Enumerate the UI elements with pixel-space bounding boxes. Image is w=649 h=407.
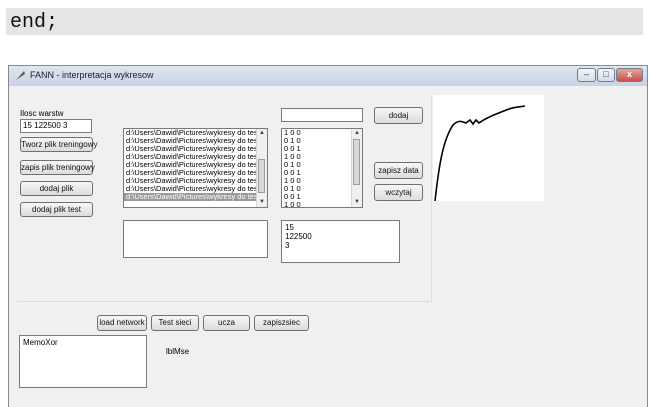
scroll-up-icon[interactable]: ▲ [352, 129, 362, 138]
file-list-item[interactable]: d:\Users\Dawid\Pictures\wykresy do tes [124, 169, 267, 177]
train-button[interactable]: ucza [203, 315, 250, 331]
output-list-item[interactable]: 1 0 0 [282, 201, 362, 207]
code-line: end; [10, 11, 59, 34]
output-list-item[interactable]: 0 0 1 [282, 145, 362, 153]
scroll-down-icon[interactable]: ▼ [257, 198, 267, 207]
close-button[interactable]: x [616, 68, 643, 82]
window-title: FANN - interpretacja wykresow [30, 70, 154, 80]
memo-line: 15 [285, 223, 294, 232]
file-list-item[interactable]: d:\Users\Dawid\Pictures\wykresy do tes [124, 185, 267, 193]
memo-left[interactable] [123, 220, 268, 258]
memo-right-lines: 15 122500 3 [285, 223, 396, 250]
code-snippet: end; [6, 8, 643, 35]
output-list-item[interactable]: 0 1 0 [282, 161, 362, 169]
file-list-item[interactable]: d:\Users\Dawid\Pictures\wykresy do tes [124, 153, 267, 161]
output-list-item[interactable]: 0 0 1 [282, 169, 362, 177]
save-training-file-button[interactable]: zapis plik treningowy [20, 160, 95, 175]
save-network-button[interactable]: zapiszsiec [254, 315, 309, 331]
test-network-button[interactable]: Test sieci [151, 315, 199, 331]
curve-plot [434, 105, 526, 202]
file-list[interactable]: d:\Users\Dawid\Pictures\wykresy do tes d:… [123, 128, 268, 208]
output-rows: 1 0 00 1 00 0 11 0 00 1 00 0 11 0 00 1 0… [282, 129, 362, 207]
output-list-item[interactable]: 0 1 0 [282, 137, 362, 145]
file-list-scrollbar[interactable]: ▲ ▼ [256, 129, 267, 207]
memo-right[interactable]: 15 122500 3 [281, 220, 400, 263]
scroll-up-icon[interactable]: ▲ [257, 129, 267, 138]
file-list-item[interactable]: d:\Users\Dawid\Pictures\wykresy do tes [124, 145, 267, 153]
save-data-button[interactable]: zapisz data [374, 162, 423, 179]
mse-label: lblMse [166, 347, 190, 356]
file-list-item[interactable]: d:\Users\Dawid\Pictures\wykresy do tes [124, 177, 267, 185]
scroll-thumb[interactable] [353, 139, 360, 185]
layers-label: Ilosc warstw [20, 109, 64, 118]
load-network-button[interactable]: load network [97, 315, 147, 331]
scroll-down-icon[interactable]: ▼ [352, 198, 362, 207]
output-list-item[interactable]: 1 0 0 [282, 153, 362, 161]
file-rows: d:\Users\Dawid\Pictures\wykresy do tes d:… [124, 129, 267, 201]
add-test-file-button[interactable]: dodaj plik test [20, 202, 93, 217]
chart-preview [433, 95, 544, 202]
app-window: FANN - interpretacja wykresow – □ x Ilos… [8, 65, 648, 407]
title-bar[interactable]: FANN - interpretacja wykresow – □ x [9, 66, 647, 86]
app-feather-icon [16, 71, 25, 80]
file-list-item[interactable]: d:\Users\Dawid\Pictures\wykresy do tes [124, 129, 267, 137]
load-button[interactable]: wczytaj [374, 184, 423, 201]
output-list[interactable]: 1 0 00 1 00 0 11 0 00 1 00 0 11 0 00 1 0… [281, 128, 363, 208]
memo-line: 3 [285, 241, 290, 250]
output-list-item[interactable]: 1 0 0 [282, 129, 362, 137]
output-list-item[interactable]: 0 1 0 [282, 185, 362, 193]
create-training-file-button[interactable]: Tworz plik treningowy [20, 137, 97, 152]
curve-line [434, 105, 526, 202]
maximize-button[interactable]: □ [597, 68, 615, 82]
memo-xor-text: MemoXor [23, 338, 58, 347]
layers-input[interactable]: 15 122500 3 [20, 119, 92, 133]
file-list-item[interactable]: d:\Users\Dawid\Pictures\wykresy do tes [124, 137, 267, 145]
value-input[interactable] [281, 108, 363, 122]
memo-line: 122500 [285, 232, 312, 241]
output-list-scrollbar[interactable]: ▲ ▼ [351, 129, 362, 207]
top-panel: Ilosc warstw 15 122500 3 Tworz plik tren… [17, 96, 432, 302]
scroll-thumb[interactable] [258, 159, 265, 193]
memo-xor[interactable]: MemoXor [19, 335, 147, 388]
output-list-item[interactable]: 0 0 1 [282, 193, 362, 201]
client-area: Ilosc warstw 15 122500 3 Tworz plik tren… [9, 86, 647, 407]
file-list-item[interactable]: d:\Users\Dawid\Pictures\wykresy do tes [124, 161, 267, 169]
minimize-button[interactable]: – [577, 68, 596, 82]
add-file-button[interactable]: dodaj plik [20, 181, 93, 196]
output-list-item[interactable]: 1 0 0 [282, 177, 362, 185]
add-button[interactable]: dodaj [374, 107, 423, 124]
file-list-item[interactable]: d:\Users\Dawid\Pictures\wykresy do tes [124, 193, 267, 201]
